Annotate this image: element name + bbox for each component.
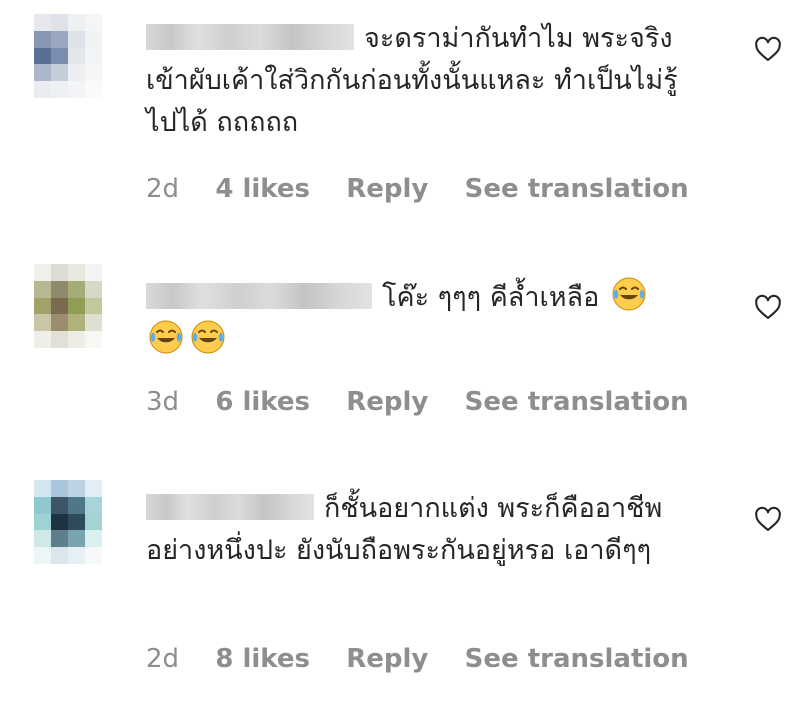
likes-count[interactable]: 8 likes — [215, 644, 310, 674]
likes-count[interactable]: 4 likes — [215, 174, 310, 204]
username-blurred[interactable] — [146, 24, 354, 50]
comment-body: จะดราม่ากันทำไม พระจริงเข้าผับเค้าใส่วิก… — [146, 18, 706, 144]
heart-outline-icon[interactable] — [754, 294, 782, 322]
comment-time: 3d — [146, 387, 180, 417]
see-translation-button[interactable]: See translation — [465, 174, 689, 204]
username-blurred[interactable] — [146, 494, 314, 520]
see-translation-button[interactable]: See translation — [465, 387, 689, 417]
comment-body: โค๊ะ ๆๆๆ คีล้ำเหลือ — [146, 276, 706, 362]
reply-button[interactable]: Reply — [346, 174, 428, 204]
comment-meta: 2d 8 likes Reply See translation — [146, 644, 717, 674]
comment-body: ก็ชั้นอยากแต่ง พระก็คืออาชีพอย่างหนึ่งปะ… — [146, 488, 706, 572]
reply-button[interactable]: Reply — [346, 387, 428, 417]
comment-time: 2d — [146, 174, 180, 204]
comment-meta: 3d 6 likes Reply See translation — [146, 387, 717, 417]
heart-outline-icon[interactable] — [754, 36, 782, 64]
avatar[interactable] — [34, 480, 102, 564]
likes-count[interactable]: 6 likes — [215, 387, 310, 417]
avatar[interactable] — [34, 14, 102, 98]
comment-meta: 2d 4 likes Reply See translation — [146, 174, 717, 204]
face-with-tears-of-joy-emoji — [191, 320, 225, 354]
heart-outline-icon[interactable] — [754, 506, 782, 534]
see-translation-button[interactable]: See translation — [465, 644, 689, 674]
username-blurred[interactable] — [146, 283, 372, 309]
comment-time: 2d — [146, 644, 180, 674]
face-with-tears-of-joy-emoji — [149, 320, 183, 354]
comment-text: โค๊ะ ๆๆๆ คีล้ำเหลือ — [382, 282, 600, 313]
reply-button[interactable]: Reply — [346, 644, 428, 674]
avatar[interactable] — [34, 264, 102, 348]
face-with-tears-of-joy-emoji — [612, 277, 646, 311]
